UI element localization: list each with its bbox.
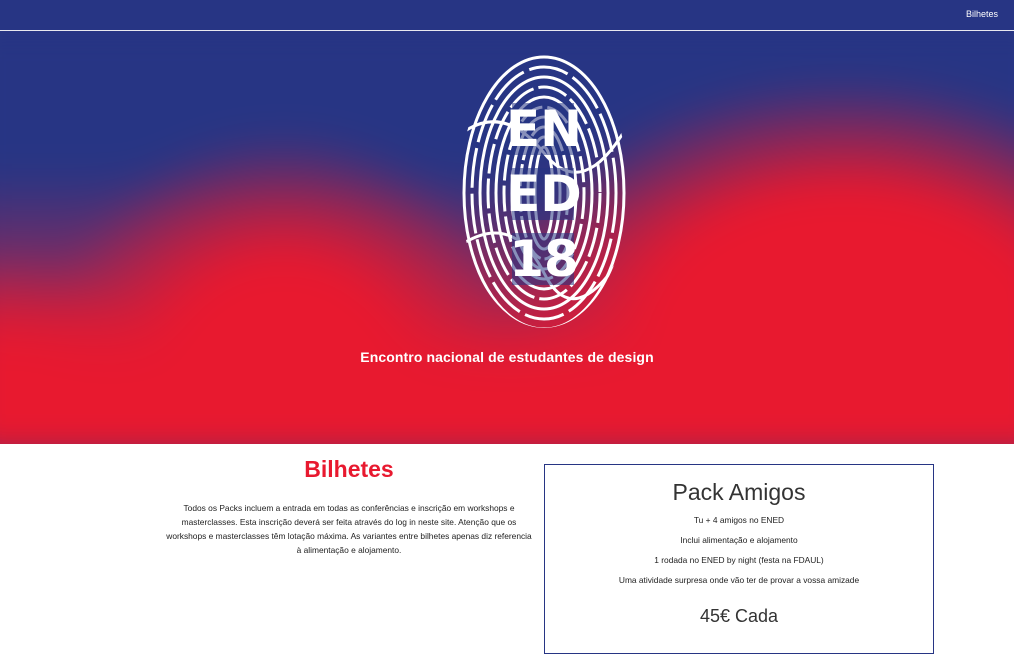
tickets-description: Todos os Packs incluem a entrada em toda… <box>166 503 532 555</box>
pack-feature-item: Uma atividade surpresa onde vão ter de p… <box>618 575 860 585</box>
nav-link-bilhetes[interactable]: Bilhetes <box>966 9 998 19</box>
pack-price: 45€ Cada <box>699 606 779 626</box>
pack-title: Pack Amigos <box>672 479 806 505</box>
logo-text-line-3: 18 <box>509 230 579 288</box>
pack-features-list: Tu + 4 amigos no ENED Inclui alimentação… <box>545 510 933 590</box>
tickets-section-title: Bilhetes <box>304 456 394 482</box>
pack-feature-item: Inclui alimentação e alojamento <box>680 535 798 545</box>
hero-tagline: Encontro nacional de estudantes de desig… <box>360 349 654 365</box>
pack-feature-item: 1 rodada no ENED by night (festa na FDAU… <box>654 555 824 565</box>
top-navigation-bar: Bilhetes <box>0 0 1014 31</box>
hero-banner: EN ED 18 Encontro nacional de estudantes… <box>0 31 1014 444</box>
fingerprint-logo: EN ED 18 <box>461 55 628 328</box>
logo-text-line-1: EN <box>506 100 582 158</box>
logo-text-line-2: ED <box>506 165 582 223</box>
pack-card-amigos[interactable]: Pack Amigos Tu + 4 amigos no ENED Inclui… <box>544 464 934 654</box>
tickets-info-section: Bilhetes Todos os Packs incluem a entrad… <box>164 455 534 565</box>
pack-feature-item: Tu + 4 amigos no ENED <box>693 515 785 525</box>
